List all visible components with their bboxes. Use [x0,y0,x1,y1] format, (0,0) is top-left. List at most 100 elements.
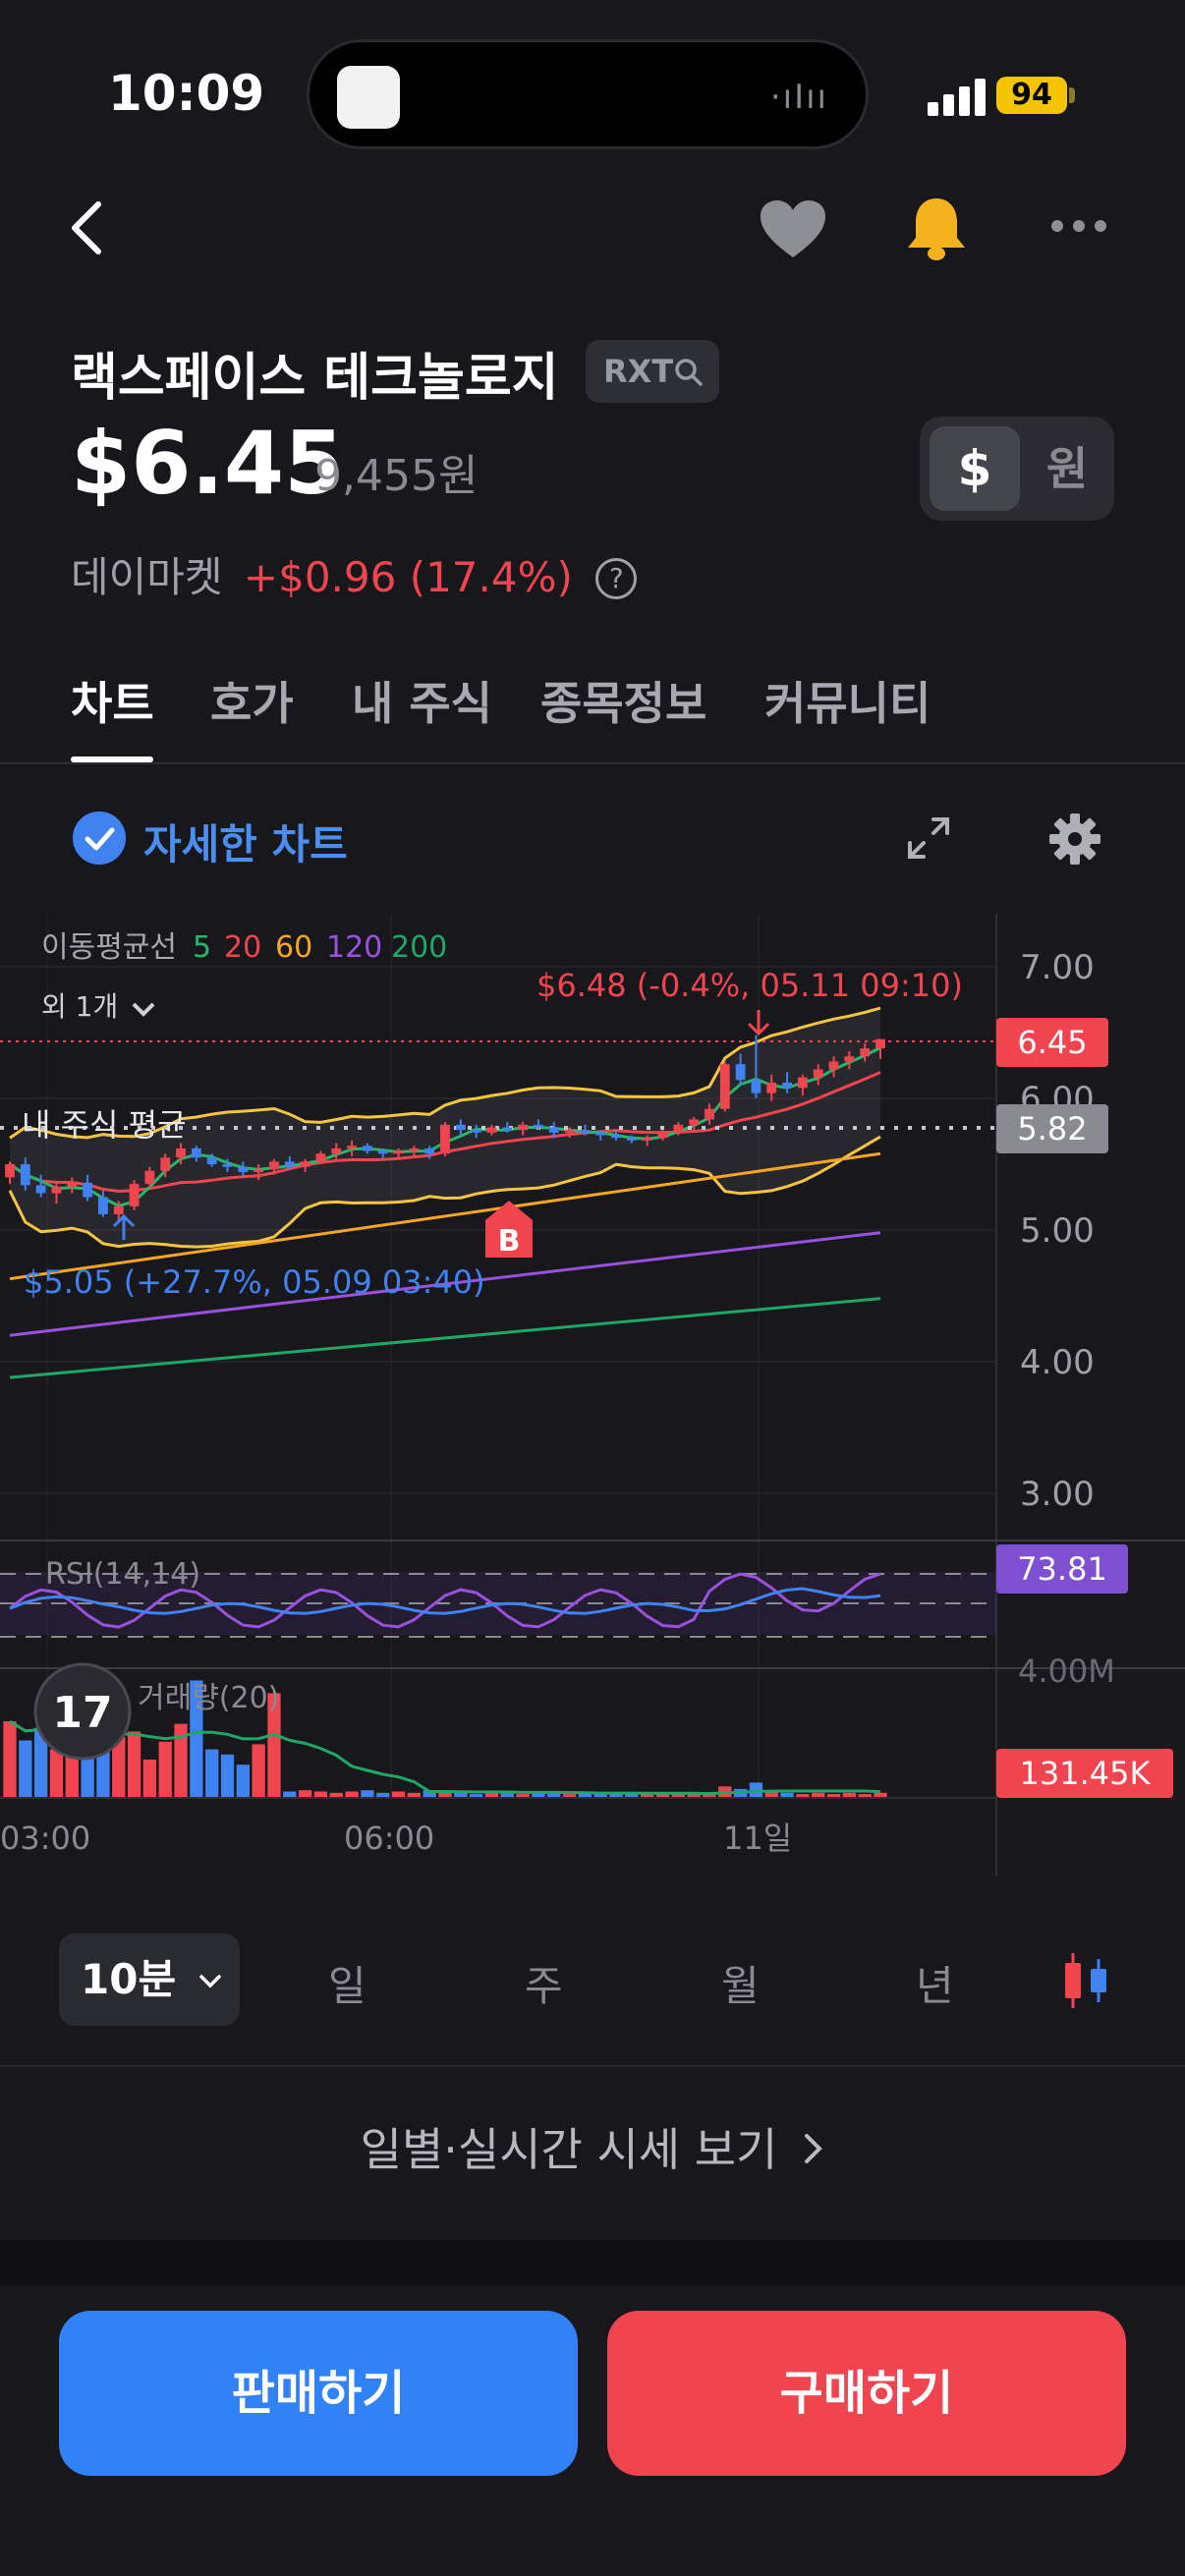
svg-text:17: 17 [52,1688,112,1738]
candle-body [129,1184,140,1206]
checkbox-checked-icon[interactable] [73,812,126,865]
candle-body [580,1130,591,1133]
y-tick-label: 4.00 [1020,1343,1095,1382]
chevron-down-icon [198,1975,221,1988]
volume-bar [3,1721,17,1798]
svg-text:5.82: 5.82 [1017,1110,1087,1148]
candle [440,1122,450,1156]
period-week[interactable]: 주 [525,1953,563,2013]
candle-body [673,1124,684,1133]
chart-canvas[interactable]: 이동평균선 5 20 60 120 200 외 1개 $6.48 (-0.4%,… [0,914,1185,1886]
candle-body [5,1164,15,1178]
candle [719,1061,730,1112]
status-bar: 10:09 ·ıIıı 94 [0,0,1185,177]
cellular-signal-icon [928,77,988,116]
tab-community[interactable]: 커뮤니티 [764,668,931,733]
tab-my-stock[interactable]: 내 주식 [352,668,492,733]
candle-body [269,1161,279,1170]
svg-text:73.81: 73.81 [1017,1550,1107,1588]
dynamic-island[interactable]: ·ıIıı [307,39,869,149]
candle-body [875,1038,885,1049]
current-price-tag: 6.45 [996,1018,1108,1067]
interval-selected: 10분 [81,1955,177,2003]
volume-bar [205,1749,219,1798]
indicator-more-dropdown[interactable]: 외 1개 [41,990,118,1023]
high-annotation: $6.48 (-0.4%, 05.11 09:10) [536,967,963,1004]
sell-button[interactable]: 판매하기 [59,2311,578,2476]
period-year[interactable]: 년 [916,1953,954,2013]
view-quotes-link[interactable]: 일별·실시간 시세 보기 [0,2114,1185,2179]
candle-body [534,1124,543,1128]
candle-body [486,1127,497,1133]
ma-legend-60: 60 [275,930,312,965]
currency-usd-option[interactable]: $ [930,426,1020,511]
candle-body [393,1150,404,1154]
period-month[interactable]: 월 [721,1953,760,2013]
candle-body [502,1127,513,1131]
settings-gear-icon[interactable] [1047,812,1102,867]
currency-toggle[interactable]: $ 원 [920,417,1114,521]
section-gap [0,2240,1185,2285]
volume-bar [19,1740,32,1798]
volume-bar [236,1764,250,1798]
detail-chart-label[interactable]: 자세한 차트 [143,812,348,871]
avg-price-tag: 5.82 [996,1104,1108,1153]
candle-body [735,1064,746,1081]
candle-body [284,1161,295,1167]
candle-body [347,1146,357,1148]
candle-body [828,1061,839,1070]
top-nav [0,177,1185,285]
y-tick-label: 5.00 [1020,1211,1095,1251]
ma-legend-120: 120 [326,930,382,965]
period-day[interactable]: 일 [328,1953,367,2013]
down-arrow-icon [747,1010,770,1036]
ma-legend-title: 이동평균선 [41,930,177,965]
tab-orderbook[interactable]: 호가 [210,668,294,733]
candle-body [626,1138,637,1141]
candlestick-type-icon[interactable] [1061,1951,1110,2010]
currency-krw-option[interactable]: 원 [1028,426,1106,511]
help-icon[interactable]: ? [595,558,638,599]
candle-body [813,1069,823,1078]
ticker-search-chip[interactable]: RXT [586,340,719,403]
candle-body [409,1148,420,1151]
candle-body [254,1169,264,1173]
view-quotes-label: 일별·실시간 시세 보기 [360,2123,778,2176]
y-tick-label: 3.00 [1020,1475,1095,1514]
bell-icon[interactable] [902,195,971,263]
tab-chart[interactable]: 차트 [71,668,154,733]
price-chart[interactable]: 이동평균선 5 20 60 120 200 외 1개 $6.48 (-0.4%,… [0,914,1185,1886]
svg-text:131.45K: 131.45K [1020,1755,1152,1792]
candle-body [705,1108,714,1120]
more-icon[interactable] [1049,216,1108,236]
fullscreen-icon[interactable] [904,813,953,863]
volume-axis-top: 4.00M [1018,1652,1115,1690]
candle-body [67,1182,78,1187]
volume-bar [361,1790,374,1798]
search-icon [675,359,703,386]
candle-body [222,1164,233,1167]
low-annotation: $5.05 (+27.7%, 05.09 03:40) [24,1263,485,1301]
rsi-label: RSI(14,14) [45,1557,200,1592]
candle-body [455,1124,466,1131]
tab-stock-info[interactable]: 종목정보 [540,668,706,733]
candle-body [782,1082,792,1089]
volume-label: 거래량(20) [138,1681,279,1715]
candle-body [113,1205,124,1214]
avg-price-label: 내 주식 평균 [22,1106,187,1144]
candle-body [766,1082,777,1093]
volume-bar [142,1760,157,1798]
candle-body [564,1130,575,1133]
candle-body [860,1048,871,1057]
candle-body [751,1080,762,1093]
battery-cap [1069,87,1075,103]
volume-bar [252,1744,265,1798]
candle-body [144,1170,155,1185]
candle-body [797,1077,808,1089]
heart-icon[interactable] [759,198,827,259]
buy-button[interactable]: 구매하기 [607,2311,1126,2476]
interval-dropdown[interactable]: 10분 [59,1933,240,2026]
tradingview-logo[interactable]: 17 [33,1662,132,1761]
back-arrow-icon[interactable] [59,198,118,257]
candle-body [611,1135,621,1139]
